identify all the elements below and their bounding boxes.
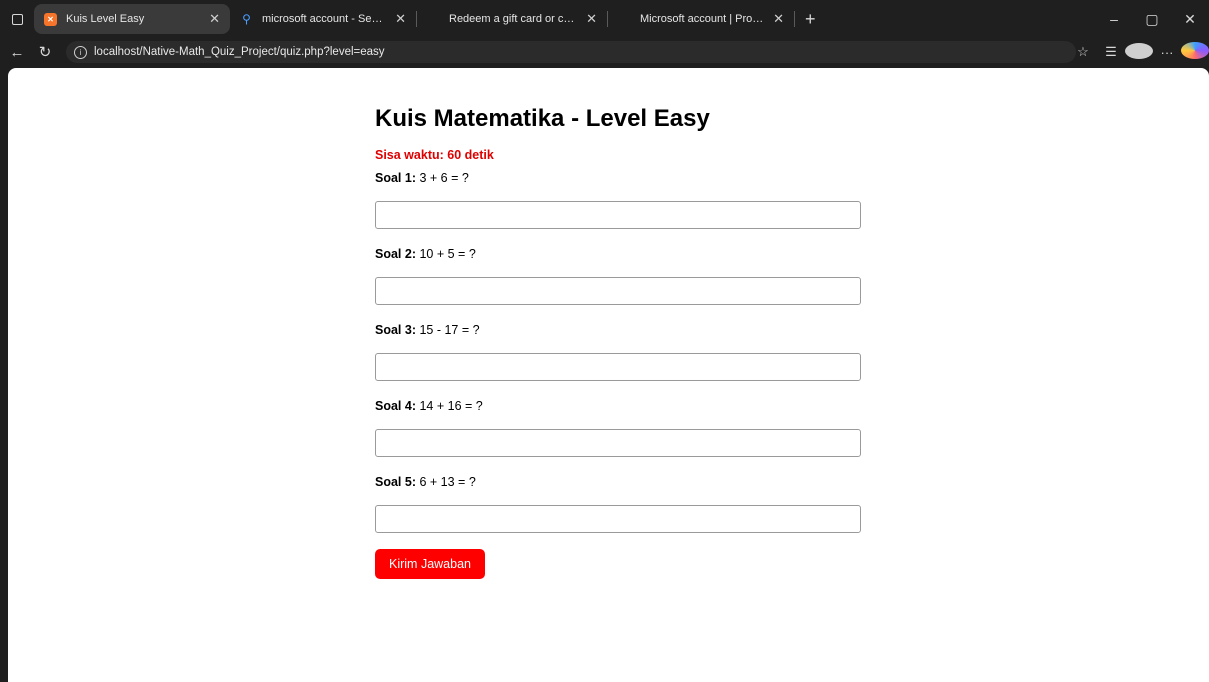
page-title: Kuis Matematika - Level Easy (375, 105, 710, 132)
tab-title: Redeem a gift card or code to yo (449, 13, 578, 25)
quiz-form: Kuis Matematika - Level Easy Sisa waktu:… (375, 104, 861, 579)
toolbar-right: ☆ ☰ ··· (1069, 38, 1209, 66)
question-number: Soal 3: (375, 323, 416, 337)
tab-strip: ✕ Kuis Level Easy ✕ ⚲ microsoft account … (0, 0, 1209, 38)
address-bar-row: ← ↻ i localhost/Native-Math_Quiz_Project… (0, 38, 1209, 66)
answer-2-input[interactable] (375, 277, 861, 305)
refresh-icon[interactable]: ↻ (34, 43, 56, 61)
restore-icon[interactable]: ▢ (1133, 11, 1171, 28)
new-tab-button[interactable]: + (795, 9, 826, 30)
window-controls: – ▢ ✕ (1095, 0, 1209, 38)
close-icon[interactable]: ✕ (209, 11, 220, 27)
close-window-icon[interactable]: ✕ (1171, 11, 1209, 28)
question-number: Soal 5: (375, 475, 416, 489)
question-text: 3 + 6 = ? (416, 171, 469, 185)
question-5-label: Soal 5: 6 + 13 = ? (375, 475, 861, 489)
info-icon[interactable]: i (74, 45, 87, 59)
tab-microsoft-search[interactable]: ⚲ microsoft account - Search ✕ (230, 4, 416, 34)
question-number: Soal 4: (375, 399, 416, 413)
timer-text: Sisa waktu: 60 detik (375, 148, 494, 162)
question-text: 15 - 17 = ? (416, 323, 480, 337)
question-4-label: Soal 4: 14 + 16 = ? (375, 399, 861, 413)
question-2-label: Soal 2: 10 + 5 = ? (375, 247, 861, 261)
question-number: Soal 1: (375, 171, 416, 185)
question-1-label: Soal 1: 3 + 6 = ? (375, 171, 861, 185)
search-icon: ⚲ (242, 12, 251, 26)
tab-redeem-gift-card[interactable]: Redeem a gift card or code to yo ✕ (417, 4, 607, 34)
avatar (1125, 42, 1153, 59)
submit-answers-button[interactable]: Kirim Jawaban (375, 549, 485, 579)
answer-4-input[interactable] (375, 429, 861, 457)
question-text: 10 + 5 = ? (416, 247, 476, 261)
url-text: localhost/Native-Math_Quiz_Project/quiz.… (94, 46, 385, 58)
close-icon[interactable]: ✕ (586, 11, 597, 27)
copilot-button[interactable] (1181, 42, 1209, 62)
answer-3-input[interactable] (375, 353, 861, 381)
answer-5-input[interactable] (375, 505, 861, 533)
microsoft-icon (427, 13, 440, 26)
profile-button[interactable] (1125, 42, 1153, 62)
question-text: 14 + 16 = ? (416, 399, 483, 413)
question-text: 6 + 13 = ? (416, 475, 476, 489)
tab-title: Kuis Level Easy (66, 13, 145, 25)
tab-actions-button[interactable] (0, 0, 34, 38)
favorites-list-icon[interactable]: ☰ (1097, 44, 1125, 60)
answer-1-input[interactable] (375, 201, 861, 229)
close-icon[interactable]: ✕ (773, 11, 784, 27)
question-number: Soal 2: (375, 247, 416, 261)
page-viewport: Kuis Matematika - Level Easy Sisa waktu:… (8, 68, 1209, 682)
tab-kuis-level-easy[interactable]: ✕ Kuis Level Easy ✕ (34, 4, 230, 34)
xampp-icon: ✕ (44, 12, 57, 26)
tab-actions-icon (11, 13, 23, 25)
copilot-icon (1181, 42, 1209, 59)
more-menu-icon[interactable]: ··· (1153, 45, 1181, 60)
close-icon[interactable]: ✕ (395, 11, 406, 27)
minimize-icon[interactable]: – (1095, 11, 1133, 27)
tab-title: microsoft account - Search (262, 13, 388, 25)
favorite-star-icon[interactable]: ☆ (1069, 44, 1097, 60)
back-arrow-icon[interactable]: ← (6, 44, 28, 61)
microsoft-icon (618, 13, 631, 26)
tab-title: Microsoft account | Profil Anda (640, 13, 765, 25)
tab-microsoft-account-profil[interactable]: Microsoft account | Profil Anda ✕ (608, 4, 794, 34)
address-bar[interactable]: i localhost/Native-Math_Quiz_Project/qui… (66, 41, 1076, 63)
question-3-label: Soal 3: 15 - 17 = ? (375, 323, 861, 337)
